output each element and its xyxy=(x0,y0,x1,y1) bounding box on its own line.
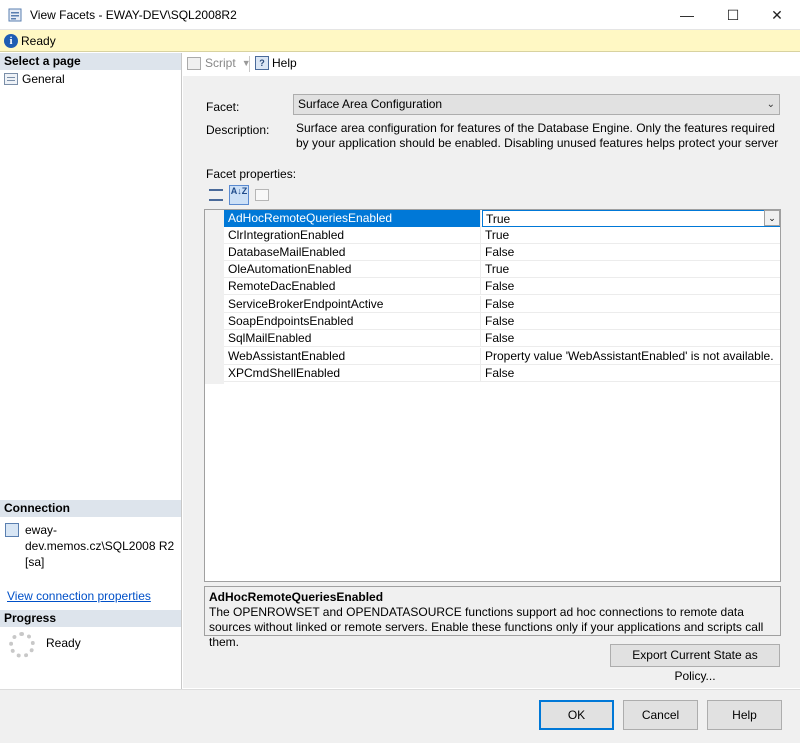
left-pane: Select a page General Connection eway-de… xyxy=(0,53,182,689)
ok-button[interactable]: OK xyxy=(539,700,614,730)
description-label: Description: xyxy=(206,123,270,137)
property-value[interactable]: True xyxy=(482,227,780,244)
property-name: AdHocRemoteQueriesEnabled xyxy=(224,210,481,227)
progress-text: Ready xyxy=(46,636,81,650)
property-grid-toolbar: A↓Z xyxy=(206,185,275,205)
property-row[interactable]: RemoteDacEnabled False xyxy=(224,278,780,295)
property-value[interactable]: False xyxy=(482,330,780,347)
property-value[interactable]: False xyxy=(482,313,780,330)
connection-header: Connection xyxy=(0,500,181,517)
help-toolbar-button[interactable]: ? Help xyxy=(255,56,297,70)
cancel-button[interactable]: Cancel xyxy=(623,700,698,730)
property-value[interactable]: False xyxy=(482,296,780,313)
description-text: Surface area configuration for features … xyxy=(296,121,779,153)
property-value[interactable]: False xyxy=(482,278,780,295)
server-connection-icon xyxy=(5,523,19,537)
property-row[interactable]: OleAutomationEnabled True xyxy=(224,261,780,278)
property-row[interactable]: ClrIntegrationEnabled True xyxy=(224,227,780,244)
facet-value: Surface Area Configuration xyxy=(298,97,443,111)
property-name: XPCmdShellEnabled xyxy=(224,365,481,382)
connection-text: eway-dev.memos.cz\SQL2008 R2 [sa] xyxy=(25,523,175,569)
help-button[interactable]: Help xyxy=(707,700,782,730)
status-bar: i Ready xyxy=(0,30,800,52)
view-connection-properties-link[interactable]: View connection properties xyxy=(7,589,151,603)
property-row[interactable]: ServiceBrokerEndpointActive False xyxy=(224,296,780,313)
property-row[interactable]: AdHocRemoteQueriesEnabled True ⌄ xyxy=(224,210,780,227)
progress-header: Progress xyxy=(0,610,181,627)
property-value[interactable]: Property value 'WebAssistantEnabled' is … xyxy=(482,348,780,365)
property-value[interactable]: True xyxy=(482,210,780,227)
property-name: OleAutomationEnabled xyxy=(224,261,481,278)
property-name: SqlMailEnabled xyxy=(224,330,481,347)
toolbar: Script ▼ ? Help xyxy=(183,53,800,75)
help-icon: ? xyxy=(255,56,269,70)
chevron-down-icon: ⌄ xyxy=(766,99,775,110)
main-panel: Facet: Surface Area Configuration ⌄ Desc… xyxy=(183,76,800,688)
help-panel-title: AdHocRemoteQueriesEnabled xyxy=(209,590,384,604)
close-button[interactable]: ✕ xyxy=(754,0,800,30)
app-icon xyxy=(8,8,22,22)
property-row[interactable]: SqlMailEnabled False xyxy=(224,330,780,347)
grid-gutter xyxy=(205,210,224,384)
property-value[interactable]: False xyxy=(482,365,780,382)
sort-az-icon: A↓Z xyxy=(230,186,248,196)
facet-properties-label: Facet properties: xyxy=(206,167,297,181)
script-button[interactable]: Script ▼ xyxy=(187,56,251,70)
script-icon xyxy=(187,56,201,70)
property-row[interactable]: XPCmdShellEnabled False xyxy=(224,365,780,382)
status-text: Ready xyxy=(21,34,56,48)
page-item-label: General xyxy=(22,72,65,86)
info-icon: i xyxy=(4,34,18,48)
property-row[interactable]: WebAssistantEnabled Property value 'WebA… xyxy=(224,348,780,365)
property-name: WebAssistantEnabled xyxy=(224,348,481,365)
progress-spinner-icon xyxy=(9,632,35,658)
toolbar-separator xyxy=(249,56,250,72)
script-label: Script xyxy=(205,56,236,70)
export-policy-button[interactable]: Export Current State as Policy... xyxy=(610,644,780,683)
property-pages-button[interactable] xyxy=(252,185,272,205)
property-name: SoapEndpointsEnabled xyxy=(224,313,481,330)
property-value[interactable]: False xyxy=(482,244,780,261)
property-pages-icon xyxy=(255,189,269,201)
property-value[interactable]: True xyxy=(482,261,780,278)
facet-label: Facet: xyxy=(206,100,240,114)
facet-dropdown[interactable]: Surface Area Configuration ⌄ xyxy=(293,94,780,115)
property-grid: AdHocRemoteQueriesEnabled True ⌄ ClrInte… xyxy=(204,209,781,582)
page-icon xyxy=(4,73,18,85)
categorized-icon xyxy=(209,189,223,201)
property-name: ServiceBrokerEndpointActive xyxy=(224,296,481,313)
property-row[interactable]: DatabaseMailEnabled False xyxy=(224,244,780,261)
minimize-button[interactable]: — xyxy=(664,0,710,30)
help-toolbar-label: Help xyxy=(272,56,297,70)
alphabetical-sort-button[interactable]: A↓Z xyxy=(229,185,249,205)
dialog-footer: OK Cancel Help xyxy=(0,689,800,743)
property-name: RemoteDacEnabled xyxy=(224,278,481,295)
property-name: DatabaseMailEnabled xyxy=(224,244,481,261)
categorized-view-button[interactable] xyxy=(206,185,226,205)
property-name: ClrIntegrationEnabled xyxy=(224,227,481,244)
window-title: View Facets - EWAY-DEV\SQL2008R2 xyxy=(30,8,237,22)
maximize-button[interactable]: ☐ xyxy=(710,0,756,30)
page-item-general[interactable]: General xyxy=(4,71,65,87)
select-page-header: Select a page xyxy=(0,53,181,70)
title-bar: View Facets - EWAY-DEV\SQL2008R2 — ☐ ✕ xyxy=(0,0,800,30)
chevron-down-icon[interactable]: ⌄ xyxy=(764,210,780,226)
property-row[interactable]: SoapEndpointsEnabled False xyxy=(224,313,780,330)
property-help-panel: AdHocRemoteQueriesEnabled The OPENROWSET… xyxy=(204,586,781,649)
